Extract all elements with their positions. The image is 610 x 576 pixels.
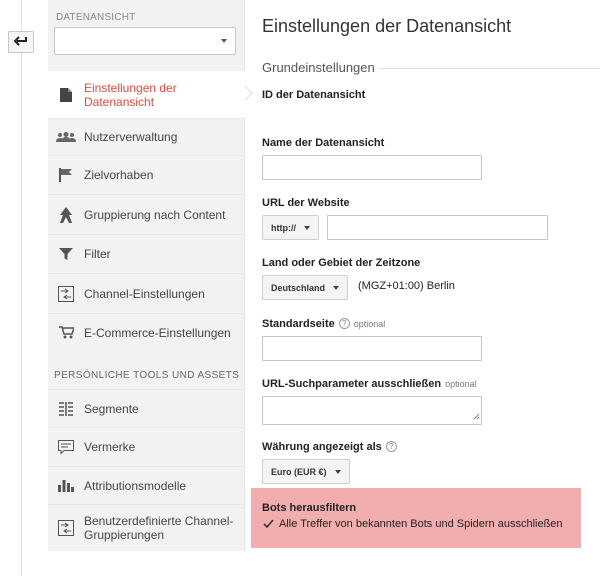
view-name-input[interactable] [262,155,482,180]
currency-label: Währung angezeigt als? [262,441,397,453]
country-dropdown[interactable]: Deutschland [262,275,349,300]
bot-filtering-checkbox-label: Alle Treffer von bekannten Bots und Spid… [279,518,563,530]
url-exclude-label-text: URL-Suchparameter ausschließen [262,378,442,390]
sidebar-item-label: Vermerke [84,440,136,454]
section-divider [380,68,600,69]
optional-tag: optional [445,379,477,389]
sidebar-item-label: Channel-Einstellungen [84,286,205,301]
chevron-down-icon [221,39,227,43]
comment-icon [48,439,84,455]
sidebar-item-label: Einstellungen der Datenansicht [84,80,177,109]
sidebar-item-label: Gruppierung nach Content [84,207,226,222]
view-select[interactable] [54,27,236,55]
sidebar-item-label: Attributionsmodelle [84,478,187,493]
default-page-input[interactable] [262,336,482,361]
sidebar-item-view-settings[interactable]: Einstellungen der Datenansicht [48,70,245,118]
default-page-label: Standardseite? optional [262,318,385,330]
sidebar-item-label: Zielvorhaben [84,168,154,182]
back-arrow-icon [13,35,28,49]
segments-icon [48,401,84,416]
chevron-down-icon [304,225,310,230]
view-label: DATENANSICHT [56,12,136,23]
timezone-country-label: Land oder Gebiet der Zeitzone [262,257,421,269]
country-value: Deutschland [271,282,326,293]
flag-icon [48,168,84,182]
chevron-down-icon [334,469,341,474]
sidebar-item-filter[interactable]: Filter [48,234,245,273]
sidebar-item-label: Nutzerverwaltung [84,130,178,144]
protocol-dropdown[interactable]: http:// [262,215,319,240]
timezone-value: (MGZ+01:00) Berlin [358,280,455,292]
page-title: Einstellungen der Datenansicht [262,16,512,36]
bot-filtering-checkbox[interactable] [262,518,274,530]
sidebar-item-label: Benutzerdefinierte Channel-Gruppierungen [84,514,234,542]
custom-channel-icon [48,520,84,536]
sidebar-item-content-grouping[interactable]: Gruppierung nach Content [48,194,245,234]
filter-icon [48,247,84,261]
bot-filtering-panel: Bots herausfiltern Alle Treffer von beka… [251,488,581,548]
tools-section-label: PERSÖNLICHE TOOLS UND ASSETS [54,370,240,381]
channel-settings-icon [48,285,84,302]
optional-tag: optional [353,319,386,329]
view-id-label: ID der Datenansicht [262,89,366,101]
sidebar-item-label: E-Commerce-Einstellungen [84,325,231,340]
sidebar-item-user-management[interactable]: Nutzerverwaltung [48,118,245,155]
default-page-label-text: Standardseite [262,318,335,330]
help-icon[interactable]: ? [338,318,350,329]
active-pointer [244,86,251,100]
sidebar-item-custom-channel-groupings[interactable]: Benutzerdefinierte Channel-Gruppierungen [48,504,245,551]
back-button[interactable] [8,31,34,53]
website-url-input[interactable] [327,215,548,240]
checkmark-icon [262,519,274,529]
bot-filtering-option[interactable]: Alle Treffer von bekannten Bots und Spid… [262,518,563,530]
url-exclude-textarea[interactable] [262,396,482,425]
cart-icon [48,326,84,339]
sidebar-item-attribution-models[interactable]: Attributionsmodelle [48,466,245,504]
bar-chart-icon [48,479,84,492]
person-walking-icon [48,206,84,223]
sidebar-item-annotations[interactable]: Vermerke [48,427,245,466]
currency-dropdown[interactable]: Euro (EUR €) [262,459,350,484]
url-exclude-label: URL-Suchparameter ausschließen optional [262,378,477,390]
sidebar: DATENANSICHT Einstellungen der Datenansi… [48,0,245,551]
sidebar-item-segments[interactable]: Segmente [48,389,245,427]
currency-value: Euro (EUR €) [271,466,327,477]
sidebar-item-ecommerce-settings[interactable]: E-Commerce-Einstellungen [48,313,245,351]
section-title: Grundeinstellungen [262,60,375,75]
document-icon [48,87,84,102]
protocol-value: http:// [271,222,296,233]
rail-divider [21,0,22,576]
help-icon[interactable]: ? [385,441,397,452]
sidebar-item-label: Segmente [84,401,139,416]
sidebar-item-label: Filter [84,247,111,261]
bot-filtering-title: Bots herausfiltern [262,502,357,514]
resize-handle-icon[interactable] [473,409,480,423]
users-icon [48,132,84,142]
sidebar-item-channel-settings[interactable]: Channel-Einstellungen [48,273,245,313]
view-name-label: Name der Datenansicht [262,137,385,149]
currency-label-text: Währung angezeigt als [262,441,382,453]
sidebar-item-goals[interactable]: Zielvorhaben [48,155,245,194]
left-rail [0,0,48,576]
chevron-down-icon [333,285,340,290]
website-url-label: URL der Website [262,197,350,209]
